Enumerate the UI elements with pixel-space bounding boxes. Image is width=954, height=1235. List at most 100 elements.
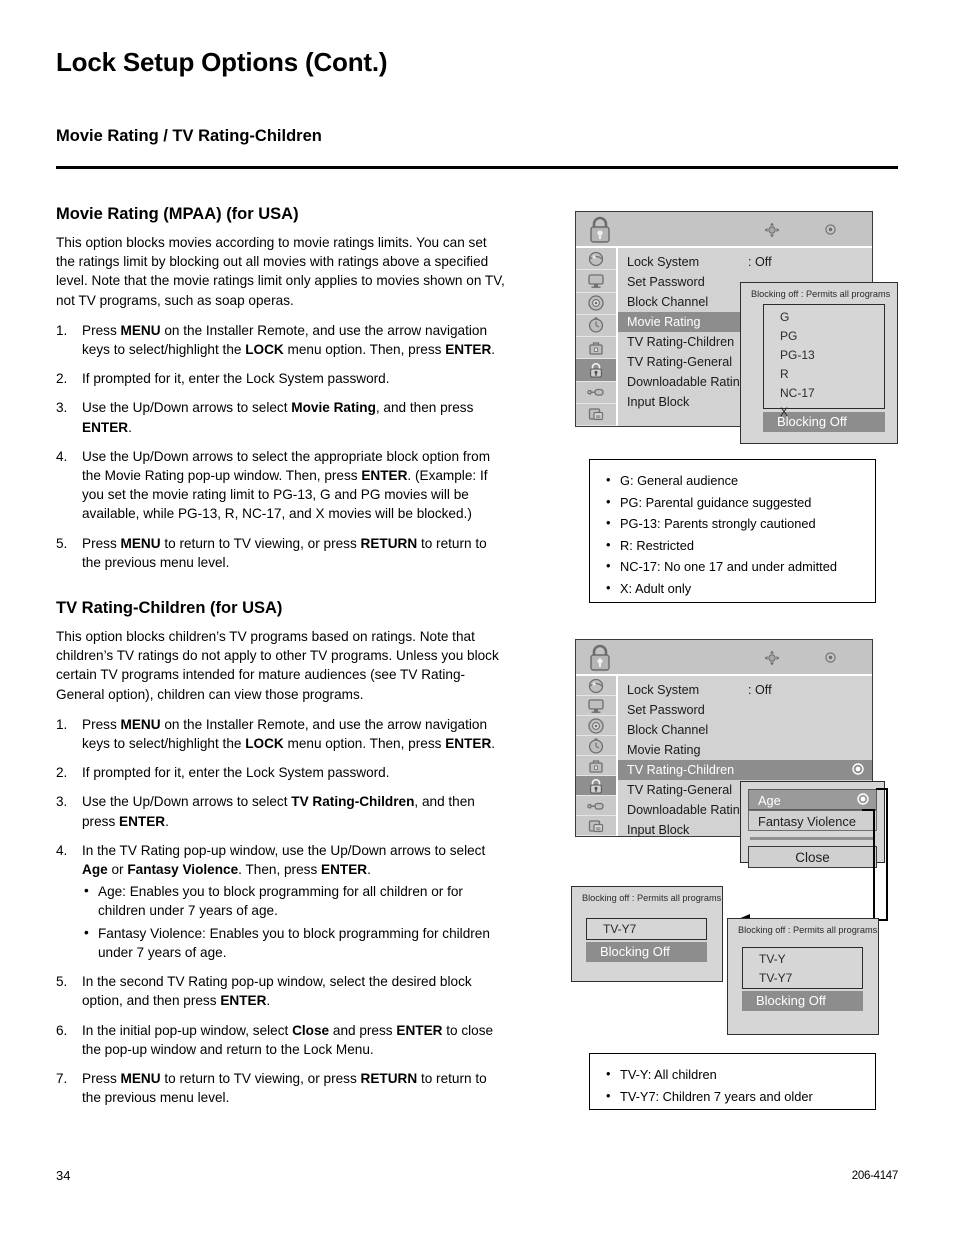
rail-clock-icon[interactable] bbox=[576, 736, 616, 756]
osd-menu-item[interactable]: Set Password bbox=[618, 700, 872, 720]
step-item: 1. Press MENU on the Installer Remote, an… bbox=[56, 321, 508, 359]
bullet-dot-icon: • bbox=[606, 472, 611, 487]
step-text: If prompted for it, enter the Lock Syste… bbox=[82, 371, 390, 387]
osd-menu-item-label: TV Rating-General bbox=[627, 355, 732, 369]
tv-rating-children-step-list: 1. Press MENU on the Installer Remote, an… bbox=[56, 715, 508, 1107]
osd-menu-item[interactable]: Movie Rating bbox=[618, 740, 872, 760]
popup-option[interactable]: TV-Y7 bbox=[743, 969, 862, 988]
step-text: Press MENU on the Installer Remote, and … bbox=[82, 322, 496, 358]
step-item: 4. Use the Up/Down arrows to select the a… bbox=[56, 447, 508, 524]
rail-picture-icon[interactable] bbox=[576, 676, 616, 696]
legend-item: • NC-17: No one 17 and under admitted bbox=[590, 556, 875, 578]
step-number: 6. bbox=[56, 1022, 68, 1038]
tvy-legend-box: • TV-Y: All children • TV-Y7: Children 7 ye… bbox=[589, 1053, 876, 1110]
selected-radio-icon bbox=[857, 793, 869, 805]
rail-setup-icon[interactable] bbox=[576, 403, 616, 426]
step-number: 4. bbox=[56, 842, 68, 858]
popup-option[interactable]: TV-Y7 bbox=[587, 920, 706, 939]
osd-menu-item-label: Set Password bbox=[627, 275, 705, 289]
step-item: 4. In the TV Rating pop-up window, use th… bbox=[56, 841, 508, 962]
age-sub-blocking-off[interactable]: Blocking Off bbox=[742, 991, 863, 1011]
movie-rating-blocking-off[interactable]: Blocking Off bbox=[763, 412, 885, 432]
osd-menu-item[interactable]: Lock System: Off bbox=[618, 680, 872, 700]
step-text: In the second TV Rating pop-up window, s… bbox=[82, 974, 472, 1009]
step-sub-bullets: • Age: Enables you to block programming f… bbox=[82, 882, 508, 962]
rail-lock-icon[interactable] bbox=[576, 359, 616, 382]
bullet-dot-icon: • bbox=[84, 883, 89, 899]
popup-caption: Blocking off : Permits all programs bbox=[738, 925, 878, 935]
page-number: 34 bbox=[56, 1168, 71, 1183]
rail-briefcase-icon[interactable] bbox=[576, 337, 616, 360]
popup-option[interactable]: PG bbox=[764, 327, 884, 346]
legend-item: • TV-Y: All children bbox=[590, 1064, 875, 1086]
legend-item: • R: Restricted bbox=[590, 535, 875, 557]
osd-icon-rail[interactable] bbox=[576, 676, 618, 836]
step-item: 3. Use the Up/Down arrows to select Movie… bbox=[56, 398, 508, 436]
sub-bullet-item: • Age: Enables you to block programming f… bbox=[82, 882, 508, 920]
osd-menu-item-label: TV Rating-Children bbox=[627, 335, 735, 349]
legend-item: • PG-13: Parents strongly cautioned bbox=[590, 513, 875, 535]
osd-menu-item-label: Movie Rating bbox=[627, 315, 701, 329]
rail-screen-icon[interactable] bbox=[576, 696, 616, 716]
movie-rating-popup[interactable]: Blocking off : Permits all programs G PG P… bbox=[740, 282, 898, 444]
age-popup-row-label: Fantasy Violence bbox=[758, 814, 856, 829]
osd-menu-item[interactable]: Block Channel bbox=[618, 720, 872, 740]
movie-rating-option-list[interactable]: GPGPG-13RNC-17X bbox=[763, 304, 885, 419]
osd-menu-item-value: : Off bbox=[748, 683, 772, 697]
close-button[interactable]: Close bbox=[748, 846, 877, 868]
step-number: 5. bbox=[56, 974, 68, 990]
rail-setup-icon[interactable] bbox=[576, 816, 616, 836]
bullet-dot-icon: • bbox=[606, 536, 611, 552]
popup-option[interactable]: PG-13 bbox=[764, 346, 884, 365]
osd-icon-rail[interactable] bbox=[576, 248, 618, 426]
step-item: 2. If prompted for it, enter the Lock Sys… bbox=[56, 369, 508, 388]
mpaa-legend-list: • G: General audience • PG: Parental guidan… bbox=[590, 470, 875, 599]
age-popup-row[interactable]: Age bbox=[748, 789, 877, 810]
rail-gear-icon[interactable] bbox=[576, 292, 616, 315]
rail-plug-icon[interactable] bbox=[576, 796, 616, 816]
mpaa-legend-box: • G: General audience • PG: Parental guidan… bbox=[589, 459, 876, 603]
osd-menu-item[interactable]: Lock System: Off bbox=[618, 252, 872, 272]
enter-ok-icon bbox=[825, 224, 836, 235]
step-text: Press MENU on the Installer Remote, and … bbox=[82, 716, 496, 752]
popup-caption: Blocking off : Permits all programs bbox=[582, 893, 722, 903]
rail-gear-icon[interactable] bbox=[576, 716, 616, 736]
step-item: 6. In the initial pop-up window, select C… bbox=[56, 1021, 508, 1059]
step-item: 3. Use the Up/Down arrows to select TV Ra… bbox=[56, 792, 508, 830]
legend-item: • PG: Parental guidance suggested bbox=[590, 492, 875, 514]
popup-option[interactable]: R bbox=[764, 365, 884, 384]
left-text-column: Movie Rating (MPAA) (for USA) This optio… bbox=[56, 205, 508, 1117]
osd-menu-item-label: TV Rating-General bbox=[627, 783, 732, 797]
section-subtitle: Movie Rating / TV Rating-Children bbox=[56, 127, 322, 145]
step-text: In the TV Rating pop-up window, use the … bbox=[82, 842, 486, 878]
osd-menu-item[interactable]: TV Rating-Children bbox=[618, 760, 872, 780]
fantasy-violence-option-list[interactable]: TV-Y7 bbox=[586, 918, 707, 940]
age-sub-option-list[interactable]: TV-Y TV-Y7 bbox=[742, 947, 863, 989]
fantasy-violence-blocking-off[interactable]: Blocking Off bbox=[586, 942, 707, 962]
rail-briefcase-icon[interactable] bbox=[576, 756, 616, 776]
tvy-legend-list: • TV-Y: All children • TV-Y7: Children 7 ye… bbox=[590, 1064, 875, 1107]
age-sub-popup[interactable]: Blocking off : Permits all programs TV-Y… bbox=[727, 918, 879, 1035]
tv-rating-age-popup[interactable]: Age Fantasy Violence Close bbox=[740, 781, 885, 868]
tv-rating-children-intro: This option blocks children’s TV program… bbox=[56, 629, 499, 702]
rail-picture-icon[interactable] bbox=[576, 248, 616, 271]
sub-bullet-text: Fantasy Violence: Enables you to block p… bbox=[98, 925, 490, 960]
popup-caption: Blocking off : Permits all programs bbox=[751, 289, 891, 299]
rail-lock-icon[interactable] bbox=[576, 776, 616, 796]
bullet-dot-icon: • bbox=[606, 1066, 611, 1081]
rail-clock-icon[interactable] bbox=[576, 314, 616, 337]
step-number: 2. bbox=[56, 371, 68, 387]
popup-option[interactable]: TV-Y bbox=[743, 950, 862, 969]
rail-screen-icon[interactable] bbox=[576, 270, 616, 293]
popup-option[interactable]: G bbox=[764, 308, 884, 327]
sub-bullet-item: • Fantasy Violence: Enables you to block … bbox=[82, 924, 508, 962]
age-option-rows[interactable]: Age Fantasy Violence bbox=[748, 789, 877, 831]
bullet-dot-icon: • bbox=[606, 579, 611, 595]
step-item: 1. Press MENU on the Installer Remote, an… bbox=[56, 715, 508, 753]
bullet-dot-icon: • bbox=[84, 924, 89, 940]
popup-option[interactable]: NC-17 bbox=[764, 384, 884, 403]
age-popup-row[interactable]: Fantasy Violence bbox=[748, 810, 877, 831]
fantasy-violence-popup[interactable]: Blocking off : Permits all programs TV-Y… bbox=[571, 886, 723, 982]
rail-plug-icon[interactable] bbox=[576, 381, 616, 404]
osd-menu-item-label: Lock System bbox=[627, 255, 700, 269]
